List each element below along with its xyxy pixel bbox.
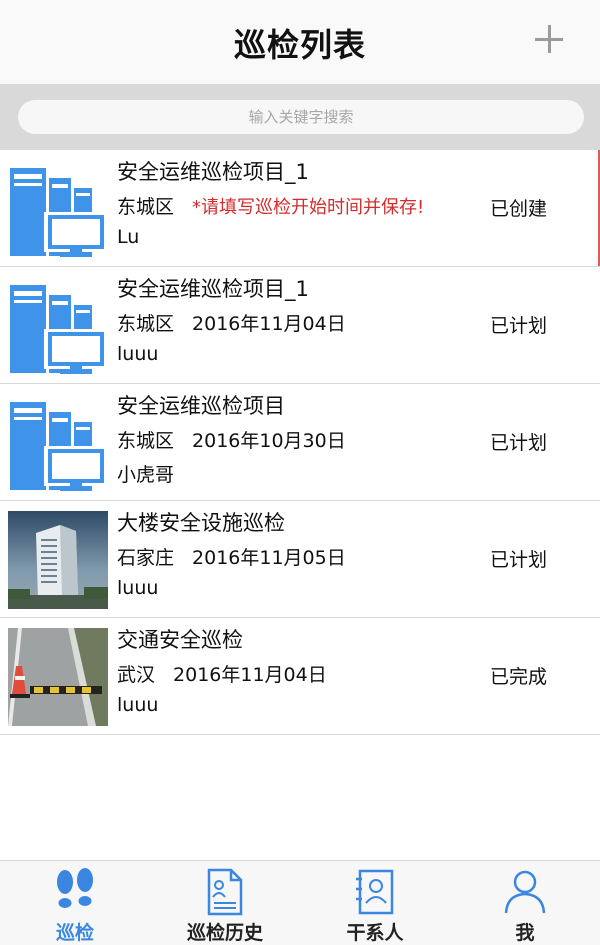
item-title: 安全运维巡检项目: [117, 394, 285, 418]
server-computer-icon: [10, 285, 106, 374]
item-date: 2016年11月04日: [192, 313, 346, 335]
plus-icon[interactable]: [532, 22, 566, 56]
tab-label: 我: [515, 922, 535, 944]
item-district: 东城区: [117, 196, 175, 218]
list-item[interactable]: 安全运维巡检项目 东城区 2016年10月30日 小虎哥 已计划: [0, 384, 600, 501]
item-district: 武汉: [117, 664, 156, 686]
item-meta: 石家庄 2016年11月05日: [117, 543, 346, 570]
document-icon: [207, 868, 243, 916]
item-title: 安全运维巡检项目_1: [117, 160, 309, 184]
item-person: luuu: [117, 577, 159, 599]
search-bar: [0, 84, 600, 150]
footprints-icon: [57, 868, 93, 908]
item-meta: 东城区 *请填写巡检开始时间并保存!: [117, 192, 424, 219]
server-computer-icon: [10, 168, 106, 257]
item-district: 东城区: [117, 430, 175, 452]
item-person: Lu: [117, 226, 140, 248]
item-status: 已创建: [490, 198, 548, 220]
building-photo: [8, 511, 108, 609]
tab-label: 干系人: [346, 922, 404, 944]
inspection-list: 安全运维巡检项目_1 东城区 *请填写巡检开始时间并保存! Lu 已创建 安全运维…: [0, 150, 600, 735]
tab-stakeholders[interactable]: 干系人: [300, 861, 450, 945]
item-status: 已计划: [490, 549, 548, 571]
server-computer-icon: [10, 402, 106, 491]
search-input[interactable]: [18, 100, 584, 134]
tab-me[interactable]: 我: [450, 861, 600, 945]
top-bar: 巡检列表: [0, 0, 600, 84]
item-person: luuu: [117, 343, 159, 365]
tab-history[interactable]: 巡检历史: [150, 861, 300, 945]
list-item[interactable]: 安全运维巡检项目_1 东城区 2016年11月04日 luuu 已计划: [0, 267, 600, 384]
item-district: 石家庄: [117, 547, 175, 569]
list-item[interactable]: 交通安全巡检 武汉 2016年11月04日 luuu 已完成: [0, 618, 600, 735]
item-status: 已计划: [490, 432, 548, 454]
item-date: 2016年11月04日: [173, 664, 327, 686]
item-district: 东城区: [117, 313, 175, 335]
person-icon: [504, 870, 546, 914]
item-title: 安全运维巡检项目_1: [117, 277, 309, 301]
item-status: 已计划: [490, 315, 548, 337]
tab-inspection[interactable]: 巡检: [0, 861, 150, 945]
item-person: luuu: [117, 694, 159, 716]
tab-label: 巡检历史: [186, 922, 263, 944]
list-item[interactable]: 大楼安全设施巡检 石家庄 2016年11月05日 luuu 已计划: [0, 501, 600, 618]
item-warning-note: *请填写巡检开始时间并保存!: [192, 197, 425, 218]
road-speed-bump-photo: [8, 628, 108, 726]
tab-label: 巡检: [55, 922, 94, 944]
item-title: 大楼安全设施巡检: [117, 511, 285, 535]
item-meta: 东城区 2016年10月30日: [117, 426, 346, 453]
item-date: 2016年11月05日: [192, 547, 346, 569]
list-item[interactable]: 安全运维巡检项目_1 东城区 *请填写巡检开始时间并保存! Lu 已创建: [0, 150, 600, 267]
item-status: 已完成: [490, 666, 548, 688]
page-title: 巡检列表: [233, 26, 366, 64]
item-title: 交通安全巡检: [117, 628, 243, 652]
item-meta: 武汉 2016年11月04日: [117, 660, 327, 687]
item-date: 2016年10月30日: [192, 430, 346, 452]
bottom-tab-bar: 巡检 巡检历史 干系人 我: [0, 860, 600, 945]
item-person: 小虎哥: [117, 464, 175, 486]
item-meta: 东城区 2016年11月04日: [117, 309, 346, 336]
contact-card-icon: [356, 869, 394, 915]
